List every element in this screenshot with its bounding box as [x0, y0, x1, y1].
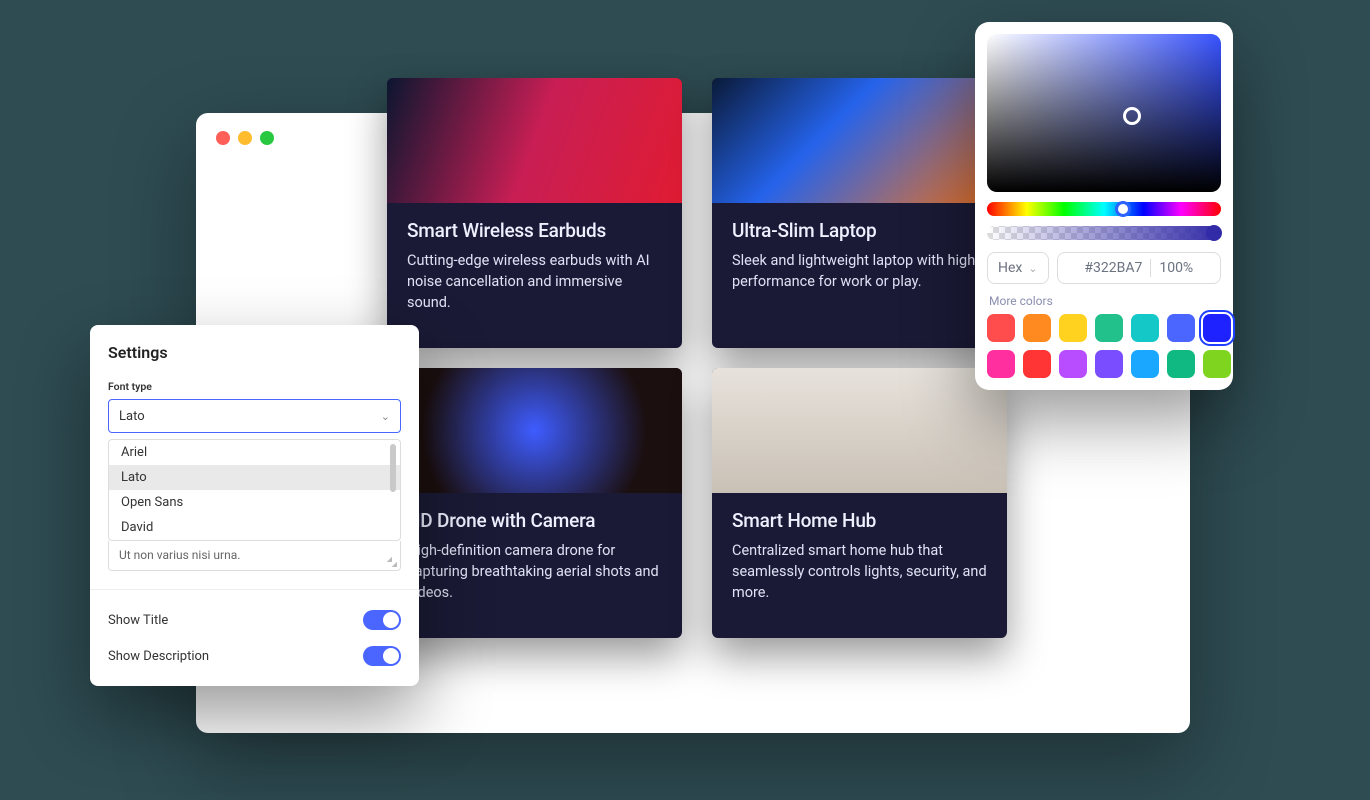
hex-input[interactable]: #322BA7 100%	[1057, 252, 1221, 284]
color-swatch[interactable]	[1203, 314, 1231, 342]
product-card[interactable]: HD Drone with Camera High-definition cam…	[387, 368, 682, 638]
product-description: Centralized smart home hub that seamless…	[732, 540, 987, 603]
settings-panel: Settings Font type Lato ⌄ Ariel Lato Ope…	[90, 325, 419, 686]
maximize-window-icon[interactable]	[260, 131, 274, 145]
description-textarea[interactable]: Ut non varius nisi urna.	[108, 541, 401, 571]
font-type-select[interactable]: Lato ⌄	[108, 399, 401, 433]
product-title: Smart Wireless Earbuds	[407, 219, 662, 242]
color-swatch[interactable]	[1167, 350, 1195, 378]
hex-value: #322BA7	[1084, 260, 1142, 276]
product-image	[387, 78, 682, 203]
settings-title: Settings	[108, 343, 401, 362]
show-title-label: Show Title	[108, 613, 168, 628]
color-swatch[interactable]	[1167, 314, 1195, 342]
hue-slider[interactable]	[987, 202, 1221, 216]
color-mode-value: Hex	[998, 260, 1022, 276]
show-title-toggle[interactable]	[363, 610, 401, 630]
color-swatch[interactable]	[1059, 314, 1087, 342]
color-mode-select[interactable]: Hex ⌄	[987, 252, 1049, 284]
color-swatch[interactable]	[1023, 350, 1051, 378]
alpha-handle-icon[interactable]	[1206, 225, 1222, 241]
product-description: Cutting-edge wireless earbuds with AI no…	[407, 250, 662, 313]
product-title: Ultra-Slim Laptop	[732, 219, 987, 242]
color-swatch[interactable]	[1095, 350, 1123, 378]
color-picker-panel: Hex ⌄ #322BA7 100% More colors	[975, 22, 1233, 390]
font-type-label: Font type	[108, 380, 401, 393]
color-swatch[interactable]	[987, 314, 1015, 342]
product-image	[712, 78, 1007, 203]
product-image	[712, 368, 1007, 493]
product-card[interactable]: Ultra-Slim Laptop Sleek and lightweight …	[712, 78, 1007, 348]
saturation-value-area[interactable]	[987, 34, 1221, 192]
hue-handle-icon[interactable]	[1115, 201, 1131, 217]
close-window-icon[interactable]	[216, 131, 230, 145]
show-description-toggle[interactable]	[363, 646, 401, 666]
product-card-grid: Smart Wireless Earbuds Cutting-edge wire…	[387, 78, 1007, 638]
font-option[interactable]: David	[109, 515, 400, 540]
product-card[interactable]: Smart Wireless Earbuds Cutting-edge wire…	[387, 78, 682, 348]
font-option[interactable]: Open Sans	[109, 490, 400, 515]
sv-handle-icon[interactable]	[1123, 107, 1141, 125]
alpha-value: 100%	[1159, 260, 1193, 276]
color-swatch[interactable]	[1203, 350, 1231, 378]
minimize-window-icon[interactable]	[238, 131, 252, 145]
swatch-grid	[987, 314, 1221, 378]
product-title: Smart Home Hub	[732, 509, 987, 532]
show-description-label: Show Description	[108, 649, 209, 664]
color-swatch[interactable]	[1095, 314, 1123, 342]
color-swatch[interactable]	[1023, 314, 1051, 342]
font-type-selected-value: Lato	[119, 409, 145, 424]
divider	[1150, 259, 1151, 277]
color-swatch[interactable]	[1131, 350, 1159, 378]
product-card[interactable]: Smart Home Hub Centralized smart home hu…	[712, 368, 1007, 638]
chevron-down-icon: ⌄	[381, 410, 390, 423]
more-colors-label: More colors	[989, 294, 1219, 308]
alpha-slider[interactable]	[987, 226, 1221, 240]
product-title: HD Drone with Camera	[407, 509, 662, 532]
product-image	[387, 368, 682, 493]
font-option[interactable]: Lato	[109, 465, 400, 490]
divider	[90, 589, 419, 590]
product-description: Sleek and lightweight laptop with high p…	[732, 250, 987, 292]
product-description: High-definition camera drone for capturi…	[407, 540, 662, 603]
font-type-dropdown: Ariel Lato Open Sans David	[108, 439, 401, 541]
font-option[interactable]: Ariel	[109, 440, 400, 465]
color-swatch[interactable]	[1059, 350, 1087, 378]
color-swatch[interactable]	[987, 350, 1015, 378]
chevron-down-icon: ⌄	[1028, 262, 1037, 275]
color-swatch[interactable]	[1131, 314, 1159, 342]
